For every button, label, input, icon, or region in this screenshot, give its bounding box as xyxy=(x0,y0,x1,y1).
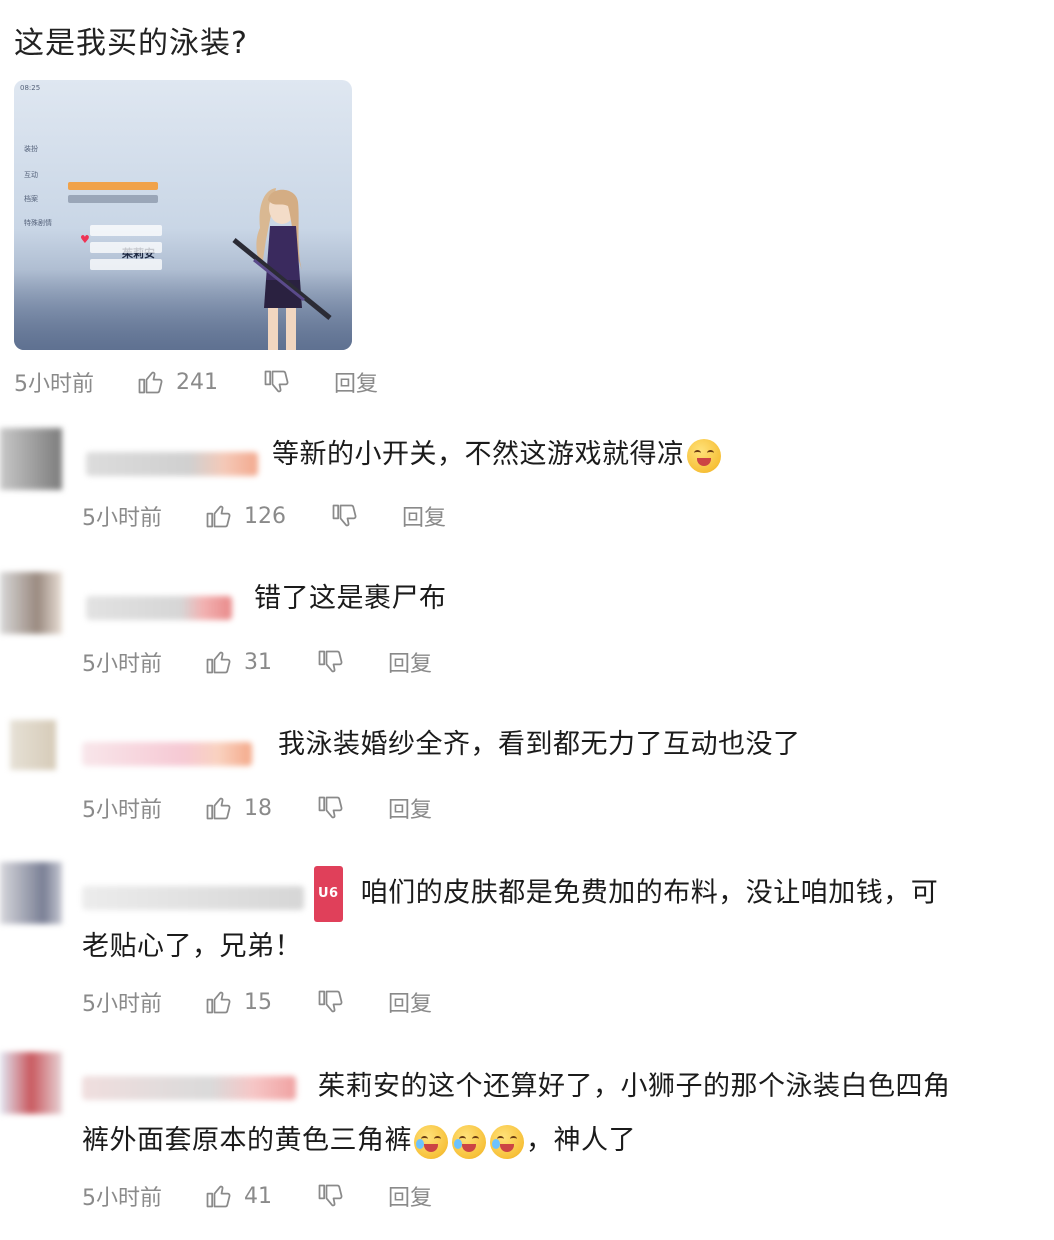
comment-meta: 5小时前 41 回复 xyxy=(82,1180,432,1212)
thumbs-up-icon xyxy=(138,371,163,394)
username[interactable] xyxy=(82,1076,296,1100)
comment-text-body: 等新的小开关，不然这游戏就得凉 xyxy=(272,439,685,470)
like-button[interactable]: 18 xyxy=(204,794,272,822)
dislike-button[interactable] xyxy=(262,368,290,396)
drooling-face-icon xyxy=(686,438,721,473)
post-meta: 5小时前 241 回复 xyxy=(14,366,378,398)
level-badge: U6 xyxy=(314,866,343,922)
dislike-button[interactable] xyxy=(330,502,358,530)
comment-text: 等新的小开关，不然这游戏就得凉 xyxy=(272,428,723,482)
image-stat-bar xyxy=(68,195,158,203)
image-row-button xyxy=(90,259,162,270)
like-count: 18 xyxy=(244,795,272,821)
reply-button[interactable]: 回复 xyxy=(388,986,432,1018)
avatar[interactable] xyxy=(0,572,62,634)
like-count: 15 xyxy=(244,989,272,1015)
like-count: 41 xyxy=(244,1183,272,1209)
like-count: 241 xyxy=(176,369,218,395)
thumbs-up-icon xyxy=(206,1185,231,1208)
comment-text-line: ，神人了 xyxy=(526,1125,636,1156)
avatar[interactable] xyxy=(0,428,62,490)
reply-button[interactable]: 回复 xyxy=(388,1180,432,1212)
character-figure xyxy=(232,188,332,350)
avatar[interactable] xyxy=(0,1052,62,1114)
image-menu-item: 特殊剧情 xyxy=(24,219,52,227)
crying-laughing-icon xyxy=(490,1124,524,1159)
thumbs-down-icon xyxy=(318,1184,343,1207)
reply-button[interactable]: 回复 xyxy=(388,646,432,678)
comment-text-line: 裤外面套原本的黄色三角裤 xyxy=(82,1125,412,1156)
comment-meta: 5小时前 126 回复 xyxy=(82,500,446,532)
thumbs-up-icon xyxy=(206,505,231,528)
like-button[interactable]: 41 xyxy=(204,1182,272,1210)
thumbs-up-icon xyxy=(206,651,231,674)
comment-text-continued: 老贴心了，兄弟！ xyxy=(82,931,302,962)
image-menu-item: 互动 xyxy=(24,171,38,179)
dislike-button[interactable] xyxy=(316,1182,344,1210)
comment-meta: 5小时前 18 回复 xyxy=(82,792,432,824)
comment-text: 茱莉安的这个还算好了，小狮子的那个泳装白色四角 xyxy=(318,1071,951,1102)
post-image[interactable]: 08:25 装扮 互动 档案 特殊剧情 ♥ 茱莉安 xyxy=(14,80,352,350)
dislike-button[interactable] xyxy=(316,988,344,1016)
thumbs-down-icon xyxy=(332,504,357,527)
comment-text-line: 咱们的皮肤都是免费加的布料，没让咱加钱，可 xyxy=(360,877,939,909)
like-button[interactable]: 31 xyxy=(204,648,272,676)
post-time: 5小时前 xyxy=(14,372,94,397)
thumbs-down-icon xyxy=(318,796,343,819)
image-menu-item: 档案 xyxy=(24,195,38,203)
avatar[interactable] xyxy=(10,720,56,770)
avatar[interactable] xyxy=(0,862,62,924)
comment-time: 5小时前 xyxy=(82,1186,162,1211)
like-count: 31 xyxy=(244,649,272,675)
image-status-text: 08:25 xyxy=(20,84,41,92)
like-button[interactable]: 241 xyxy=(136,368,218,396)
username[interactable] xyxy=(86,452,258,476)
comment-meta: 5小时前 15 回复 xyxy=(82,986,432,1018)
crying-laughing-icon xyxy=(452,1124,486,1159)
like-button[interactable]: 15 xyxy=(204,988,272,1016)
comment-time: 5小时前 xyxy=(82,506,162,531)
reply-button[interactable]: 回复 xyxy=(334,366,378,398)
dislike-button[interactable] xyxy=(316,648,344,676)
comment-text: 错了这是裹尸布 xyxy=(254,583,447,614)
reply-button[interactable]: 回复 xyxy=(388,792,432,824)
like-count: 126 xyxy=(244,503,286,529)
image-level-bar xyxy=(68,182,158,190)
thumbs-down-icon xyxy=(264,370,289,393)
comment-text: U6 咱们的皮肤都是免费加的布料，没让咱加钱，可 xyxy=(314,866,938,922)
reply-button[interactable]: 回复 xyxy=(402,500,446,532)
like-button[interactable]: 126 xyxy=(204,502,286,530)
heart-icon: ♥ xyxy=(80,233,90,246)
comment-time: 5小时前 xyxy=(82,798,162,823)
username[interactable] xyxy=(86,596,232,620)
comment-text-continued: 裤外面套原本的黄色三角裤 ，神人了 xyxy=(82,1114,636,1168)
comment-time: 5小时前 xyxy=(82,992,162,1017)
comment-time: 5小时前 xyxy=(82,652,162,677)
image-row-button xyxy=(90,242,162,253)
dislike-button[interactable] xyxy=(316,794,344,822)
crying-laughing-icon xyxy=(414,1124,448,1159)
comment-text: 我泳装婚纱全齐，看到都无力了互动也没了 xyxy=(278,729,801,760)
thumbs-up-icon xyxy=(206,797,231,820)
username[interactable] xyxy=(82,886,304,910)
image-menu-item: 装扮 xyxy=(24,145,38,153)
post-title: 这是我买的泳装? xyxy=(14,26,248,61)
comment-meta: 5小时前 31 回复 xyxy=(82,646,432,678)
thumbs-down-icon xyxy=(318,650,343,673)
username[interactable] xyxy=(82,742,252,766)
thumbs-down-icon xyxy=(318,990,343,1013)
image-row-button xyxy=(90,225,162,236)
thumbs-up-icon xyxy=(206,991,231,1014)
